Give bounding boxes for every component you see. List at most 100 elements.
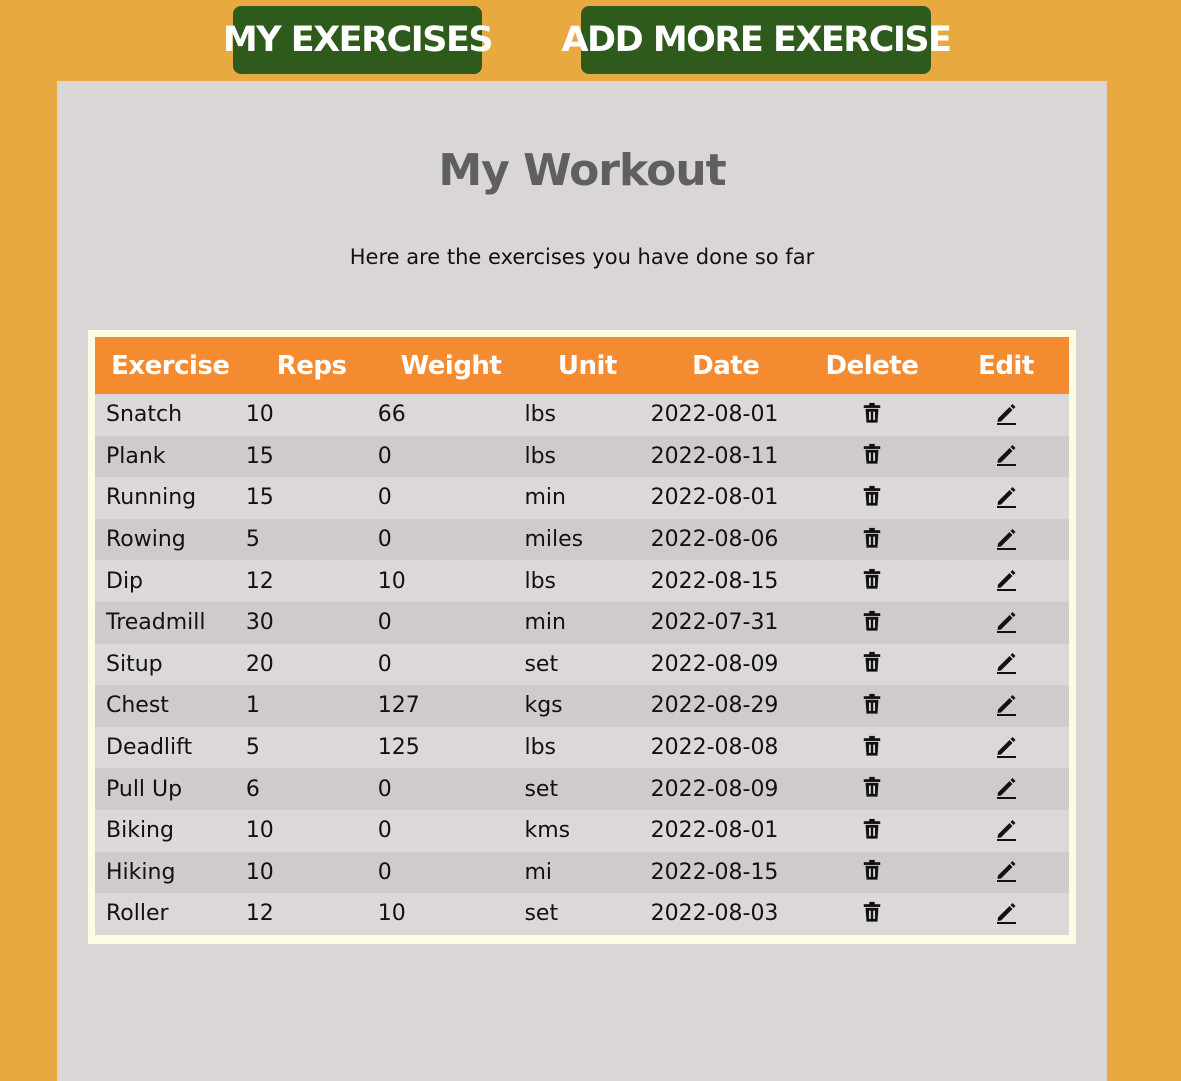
trash-icon[interactable] xyxy=(859,525,885,551)
edit-cell xyxy=(943,445,1069,467)
exercise-cell: Dip xyxy=(106,568,144,594)
header-reps: Reps xyxy=(276,350,347,381)
trash-icon[interactable] xyxy=(859,483,885,509)
pencil-icon[interactable] xyxy=(993,774,1019,800)
pencil-icon[interactable] xyxy=(993,400,1019,426)
page-subtitle: Here are the exercises you have done so … xyxy=(349,245,815,269)
weight-cell: 0 xyxy=(377,485,392,511)
table-row: Biking 10 0 kms 2022-08-01 xyxy=(95,809,1069,852)
exercise-cell: Situp xyxy=(106,651,163,677)
pencil-icon[interactable] xyxy=(993,566,1019,592)
exercise-cell: Plank xyxy=(106,443,166,469)
pencil-icon[interactable] xyxy=(993,816,1019,842)
pencil-icon[interactable] xyxy=(993,733,1019,759)
add-more-exercise-button[interactable]: ADD MORE EXERCISE xyxy=(561,6,952,74)
weight-cell: 0 xyxy=(377,610,392,636)
reps-cell: 1 xyxy=(245,693,260,719)
date-cell: 2022-08-09 xyxy=(650,776,779,802)
trash-icon[interactable] xyxy=(859,857,885,883)
pencil-icon[interactable] xyxy=(993,525,1019,551)
exercise-cell: Rowing xyxy=(106,527,186,553)
trash-icon[interactable] xyxy=(859,733,885,759)
trash-icon[interactable] xyxy=(859,400,885,426)
edit-cell xyxy=(943,486,1069,509)
table-row: Running 15 0 min 2022-08-01 xyxy=(95,477,1069,519)
reps-cell: 12 xyxy=(245,568,274,594)
table-row: Deadlift 5 125 lbs 2022-08-08 xyxy=(95,726,1069,769)
unit-cell: min xyxy=(524,485,566,511)
reps-cell: 5 xyxy=(245,735,260,761)
delete-cell xyxy=(801,610,943,634)
delete-cell xyxy=(801,444,943,467)
header-exercise: Exercise xyxy=(111,350,230,381)
reps-cell: 10 xyxy=(245,859,274,885)
pencil-icon[interactable] xyxy=(993,857,1019,883)
trash-icon[interactable] xyxy=(859,816,885,842)
weight-cell: 10 xyxy=(377,901,406,927)
unit-cell: set xyxy=(524,776,559,802)
trash-icon[interactable] xyxy=(859,899,885,925)
reps-cell: 12 xyxy=(245,901,274,927)
reps-cell: 10 xyxy=(245,818,274,844)
edit-cell xyxy=(943,653,1069,675)
header-edit: Edit xyxy=(978,350,1034,381)
trash-icon[interactable] xyxy=(859,608,885,634)
trash-icon[interactable] xyxy=(859,441,885,467)
header-unit: Unit xyxy=(557,350,617,381)
exercise-cell: Hiking xyxy=(106,859,176,885)
delete-cell xyxy=(801,901,943,925)
delete-cell xyxy=(801,693,943,717)
unit-cell: lbs xyxy=(524,443,556,469)
exercise-cell: Treadmill xyxy=(106,610,206,636)
unit-cell: lbs xyxy=(524,735,556,761)
weight-cell: 10 xyxy=(377,568,406,594)
trash-icon[interactable] xyxy=(859,691,885,717)
delete-cell xyxy=(801,527,943,551)
edit-cell xyxy=(943,736,1069,759)
weight-cell: 66 xyxy=(377,402,406,428)
date-cell: 2022-08-03 xyxy=(650,901,779,927)
pencil-icon[interactable] xyxy=(993,899,1019,925)
weight-cell: 0 xyxy=(377,527,392,553)
reps-cell: 10 xyxy=(245,402,274,428)
edit-cell xyxy=(943,819,1069,842)
pencil-icon[interactable] xyxy=(993,608,1019,634)
edit-cell xyxy=(943,570,1069,592)
table-body: Snatch 10 66 lbs 2022-08-01 Plank 15 0 lbs 2022-0… xyxy=(95,394,1069,935)
table-header-row: Exercise Reps Weight Unit Date Delete Ed… xyxy=(95,337,1069,394)
weight-cell: 0 xyxy=(377,818,392,844)
delete-cell xyxy=(801,818,943,842)
reps-cell: 15 xyxy=(245,485,274,511)
my-exercises-button[interactable]: MY EXERCISES xyxy=(223,6,494,74)
date-cell: 2022-08-29 xyxy=(650,693,779,719)
table-row: Treadmill 30 0 min 2022-07-31 xyxy=(95,601,1069,644)
header-delete: Delete xyxy=(825,350,919,381)
trash-icon[interactable] xyxy=(859,649,885,675)
trash-icon[interactable] xyxy=(859,774,885,800)
reps-cell: 30 xyxy=(245,610,274,636)
weight-cell: 0 xyxy=(377,443,392,469)
date-cell: 2022-08-08 xyxy=(650,735,779,761)
edit-cell xyxy=(943,694,1069,717)
edit-cell xyxy=(943,611,1069,634)
reps-cell: 5 xyxy=(245,527,260,553)
exercise-cell: Snatch xyxy=(106,402,183,428)
unit-cell: set xyxy=(524,651,559,677)
delete-cell xyxy=(801,569,943,592)
table-row: Roller 12 10 set 2022-08-03 xyxy=(95,893,1069,935)
table-row: Situp 20 0 set 2022-08-09 xyxy=(95,643,1069,686)
pencil-icon[interactable] xyxy=(993,691,1019,717)
pencil-icon[interactable] xyxy=(993,483,1019,509)
date-cell: 2022-08-15 xyxy=(650,859,779,885)
edit-cell xyxy=(943,861,1069,883)
table-row: Hiking 10 0 mi 2022-08-15 xyxy=(95,851,1069,894)
date-cell: 2022-08-09 xyxy=(650,651,779,677)
pencil-icon[interactable] xyxy=(993,649,1019,675)
date-cell: 2022-08-01 xyxy=(650,402,779,428)
trash-icon[interactable] xyxy=(859,566,885,592)
table-row: Snatch 10 66 lbs 2022-08-01 xyxy=(95,394,1069,436)
delete-cell xyxy=(801,735,943,759)
header-weight: Weight xyxy=(400,350,502,381)
pencil-icon[interactable] xyxy=(993,441,1019,467)
header-date: Date xyxy=(692,350,760,381)
